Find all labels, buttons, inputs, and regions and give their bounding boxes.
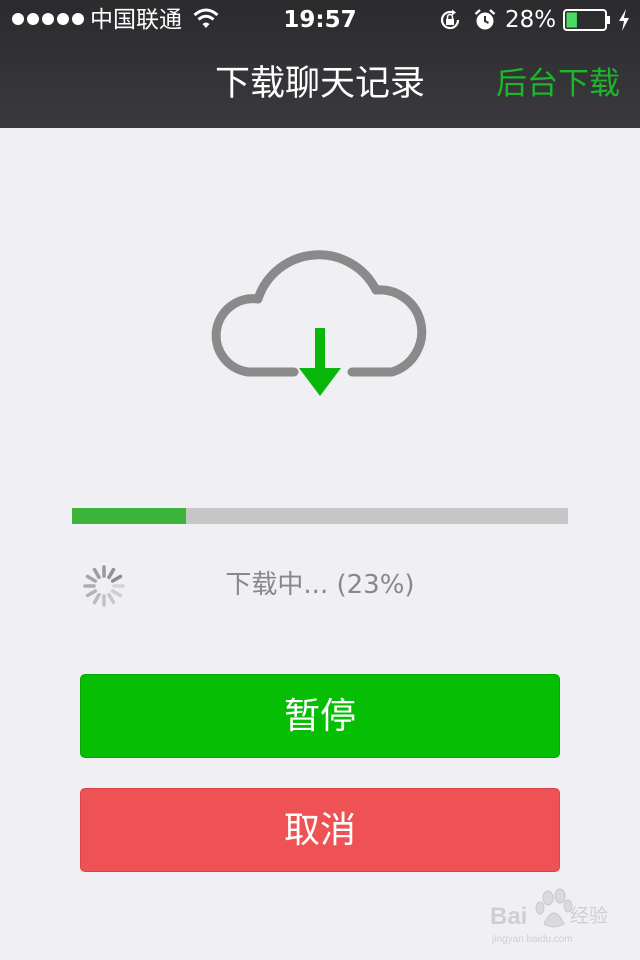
- cloud-download-icon: [211, 250, 427, 396]
- header: 中国联通 19:57 28% 下载聊天记录 后台下载: [0, 0, 640, 128]
- alarm-icon: [474, 9, 496, 30]
- nav-bar: 下载聊天记录 后台下载: [0, 40, 640, 128]
- baidu-jingyan-watermark: Bai 经验 jingyan.baidu.com: [490, 888, 608, 945]
- battery-icon: [563, 9, 610, 31]
- screen: 中国联通 19:57 28% 下载聊天记录 后台下载 下载中... (23%) …: [0, 0, 640, 960]
- rotation-lock-icon: [440, 9, 460, 30]
- pause-button[interactable]: 暂停: [80, 674, 560, 758]
- progress-fill: [72, 508, 187, 524]
- battery-percent: 28%: [505, 7, 557, 33]
- cancel-button[interactable]: 取消: [80, 788, 560, 872]
- svg-text:jingyan.baidu.com: jingyan.baidu.com: [491, 934, 573, 945]
- progress-bar: [72, 508, 568, 524]
- svg-text:Bai: Bai: [490, 903, 527, 930]
- svg-text:经验: 经验: [570, 905, 608, 927]
- download-status-text: 下载中... (23%): [225, 570, 415, 600]
- charging-icon: [619, 9, 629, 31]
- background-download-button[interactable]: 后台下载: [496, 64, 620, 104]
- status-bar: 中国联通 19:57 28%: [0, 0, 640, 40]
